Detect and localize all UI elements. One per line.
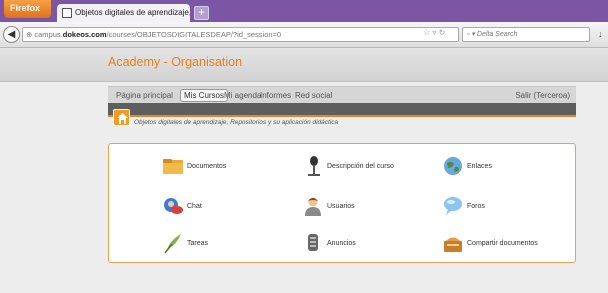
search-box[interactable]: ▫ ▾ Delta Search xyxy=(462,27,590,42)
browser-titlebar: Firefox Objetos digitales de aprendizaje… xyxy=(0,0,608,22)
url-bar-icons: ☆ ▿ ↻ xyxy=(423,28,445,37)
breadcrumb[interactable]: Objetos digitales de aprendizaje, Reposi… xyxy=(134,119,338,126)
site-title[interactable]: Academy - Organisation xyxy=(108,55,242,69)
back-button[interactable]: ◀ xyxy=(3,26,20,43)
breadcrumb-bar xyxy=(108,103,576,117)
globe-icon xyxy=(444,157,462,175)
logout-link[interactable]: Salir (Terceroa) xyxy=(515,91,570,100)
tool-label: Tareas xyxy=(187,240,209,247)
menu-my-courses[interactable]: Mis Cursos xyxy=(180,89,229,102)
announcement-icon xyxy=(308,234,318,251)
firefox-menu-button[interactable]: Firefox xyxy=(4,0,51,18)
address-bar[interactable]: ⊕ campus.dokeos.com/courses/OBJETOSDIGIT… xyxy=(22,27,459,42)
menu-reports[interactable]: Informes xyxy=(260,91,291,100)
tool-label: Documentos xyxy=(187,163,227,170)
tool-label: Descripción del curso xyxy=(327,163,394,170)
tool-label: Usuarios xyxy=(327,203,355,210)
microphone-icon xyxy=(308,156,320,176)
quill-icon xyxy=(164,234,181,254)
url-path: /courses/OBJETOSDIGITALESDEAP/?id_sessio… xyxy=(106,30,282,39)
menu-social-network[interactable]: Red social xyxy=(295,91,332,100)
reload-icon[interactable]: ↻ xyxy=(439,28,446,37)
tool-label: Foros xyxy=(467,203,485,210)
history-dropdown-icon[interactable]: ▿ xyxy=(432,28,436,37)
download-arrow-icon[interactable]: ↓ xyxy=(598,29,603,39)
tool-label: Enlaces xyxy=(467,163,492,170)
browser-navbar: ◀ ⊕ campus.dokeos.com/courses/OBJETOSDIG… xyxy=(0,22,608,48)
course-tools-panel: Documentos Descripción del curso Enlaces… xyxy=(108,143,576,263)
browser-tab[interactable]: Objetos digitales de aprendizaje, Reposi… xyxy=(57,4,190,22)
share-documents-icon xyxy=(444,237,462,252)
site-header xyxy=(0,48,608,82)
menu-home[interactable]: Página principal xyxy=(116,91,173,100)
course-home-button[interactable] xyxy=(113,109,130,126)
tool-label: Compartir documentos xyxy=(467,240,538,247)
url-prefix: campus. xyxy=(34,30,63,39)
search-placeholder: Delta Search xyxy=(476,31,518,38)
main-menu: Página principal Mis Cursos Mi agenda In… xyxy=(108,86,576,103)
menu-agenda[interactable]: Mi agenda xyxy=(224,91,261,100)
folder-icon xyxy=(163,159,183,174)
forum-icon xyxy=(444,197,462,215)
bookmark-star-icon[interactable]: ☆ xyxy=(423,28,430,37)
search-engine-icon[interactable]: ▫ ▾ xyxy=(467,31,477,38)
tool-label: Anuncios xyxy=(327,240,356,247)
new-tab-button[interactable]: + xyxy=(194,6,209,20)
tab-title: Objetos digitales de aprendizaje, Reposi… xyxy=(75,8,190,17)
chat-icon xyxy=(164,198,183,214)
page-favicon-icon xyxy=(62,8,72,18)
user-icon xyxy=(305,197,321,216)
home-icon xyxy=(117,113,128,124)
tool-label: Chat xyxy=(187,203,202,210)
url-domain: dokeos.com xyxy=(62,30,107,39)
